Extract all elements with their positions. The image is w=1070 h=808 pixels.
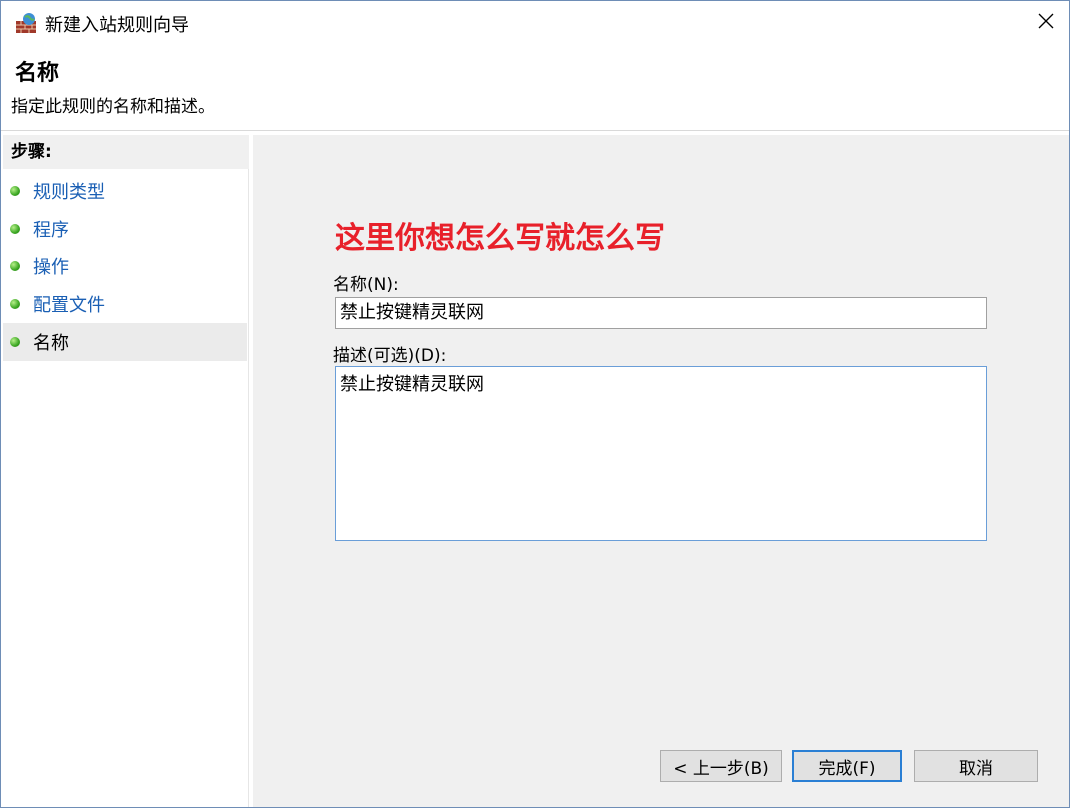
step-status-icon [10, 224, 20, 234]
wizard-window: 新建入站规则向导 名称 指定此规则的名称和描述。 步骤: 规则类型 程序 操作 [0, 0, 1070, 808]
page-subtitle: 指定此规则的名称和描述。 [11, 97, 215, 117]
step-status-icon [10, 299, 20, 309]
description-textarea[interactable]: 禁止按键精灵联网 [335, 366, 987, 541]
step-status-icon [10, 186, 20, 196]
annotation-text: 这里你想怎么写就怎么写 [335, 221, 665, 256]
step-program[interactable]: 程序 [3, 210, 247, 248]
wizard-content: 这里你想怎么写就怎么写 名称(N): 禁止按键精灵联网 描述(可选)(D): 禁… [253, 135, 1069, 807]
name-label: 名称(N): [333, 275, 399, 295]
step-name[interactable]: 名称 [3, 323, 247, 361]
steps-sidebar: 步骤: 规则类型 程序 操作 配置文件 名称 [3, 135, 249, 807]
close-icon [1038, 13, 1054, 34]
title-bar: 新建入站规则向导 [1, 1, 1069, 45]
step-profile[interactable]: 配置文件 [3, 285, 247, 323]
page-title: 名称 [15, 61, 60, 86]
steps-heading: 步骤: [3, 135, 249, 169]
step-label: 规则类型 [33, 182, 105, 203]
window-title: 新建入站规则向导 [45, 15, 189, 36]
cancel-button[interactable]: 取消 [914, 750, 1038, 782]
step-status-icon [10, 261, 20, 271]
step-status-icon [10, 337, 20, 347]
step-label: 操作 [33, 257, 69, 278]
back-button[interactable]: < 上一步(B) [660, 750, 782, 782]
close-button[interactable] [1023, 1, 1069, 45]
description-label: 描述(可选)(D): [333, 346, 447, 366]
name-input[interactable]: 禁止按键精灵联网 [335, 297, 987, 329]
step-action[interactable]: 操作 [3, 247, 247, 285]
step-label: 名称 [33, 333, 69, 354]
finish-button[interactable]: 完成(F) [792, 750, 902, 782]
step-rule-type[interactable]: 规则类型 [3, 172, 247, 210]
step-label: 配置文件 [33, 295, 105, 316]
wizard-header: 名称 指定此规则的名称和描述。 [1, 45, 1069, 131]
firewall-icon [15, 12, 37, 34]
step-label: 程序 [33, 220, 69, 241]
